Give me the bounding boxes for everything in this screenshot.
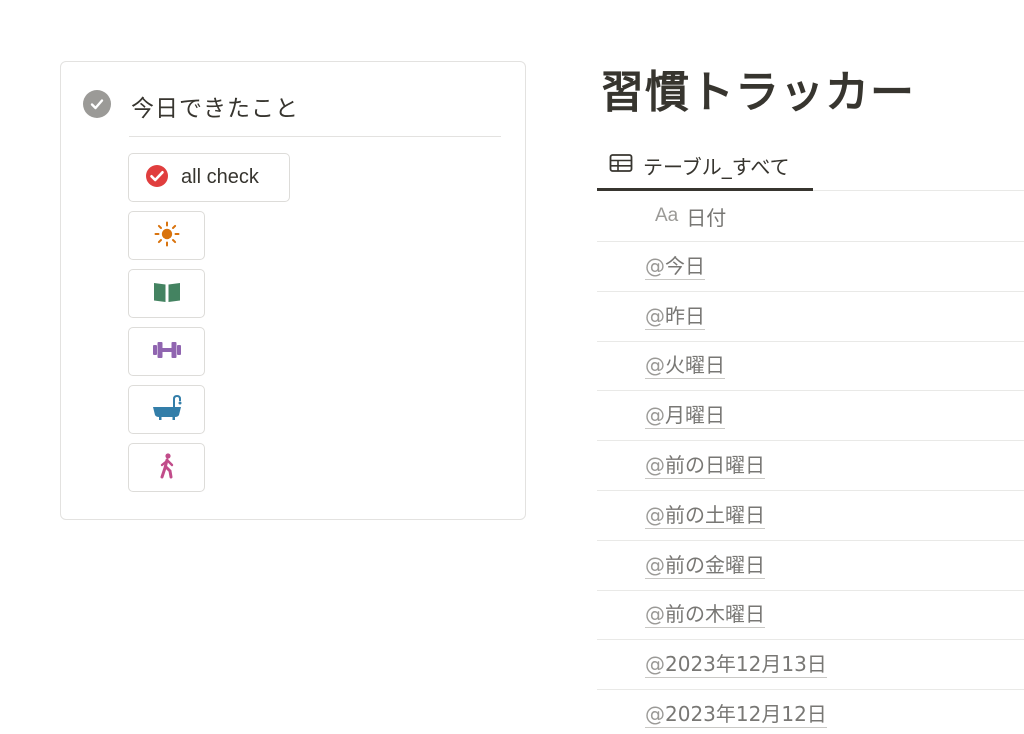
table-row[interactable]: @前の土曜日 [597, 491, 1024, 541]
table-icon [609, 153, 633, 177]
table-row[interactable]: @昨日 [597, 292, 1024, 342]
check-circle-icon [83, 90, 111, 118]
sun-button[interactable] [128, 211, 205, 260]
bathtub-button[interactable] [128, 385, 205, 434]
walking-button[interactable] [128, 443, 205, 492]
table-row[interactable]: @今日 [597, 242, 1024, 292]
dumbbell-button[interactable] [128, 327, 205, 376]
date-mention[interactable]: @火曜日 [645, 352, 725, 380]
book-icon [153, 281, 181, 307]
date-mention[interactable]: @今日 [645, 253, 705, 280]
date-mention[interactable]: @前の金曜日 [645, 552, 765, 579]
table-row[interactable]: @2023年12月13日 [597, 640, 1024, 691]
table-row[interactable]: @前の木曜日 [597, 591, 1024, 641]
date-mention[interactable]: @2023年12月13日 [645, 651, 827, 679]
table-row[interactable]: @月曜日 [597, 391, 1024, 442]
bathtub-icon [152, 394, 182, 425]
tab-table-all[interactable]: テーブル_すべて [597, 140, 813, 190]
date-mention[interactable]: @昨日 [645, 303, 705, 330]
callout-header [83, 90, 111, 118]
title-property-icon: Aa [655, 205, 679, 226]
walking-person-icon [156, 452, 178, 483]
table-row[interactable]: @前の日曜日 [597, 441, 1024, 491]
column-name: 日付 [686, 205, 727, 230]
page-title: 習慣トラッカー [600, 67, 915, 118]
table-body: @今日 @昨日 @火曜日 @月曜日 @前の日曜日 @前の土曜日 @前の金曜日 @… [597, 242, 1024, 734]
table-row[interactable]: @2023年12月12日 [597, 690, 1024, 734]
all-check-button[interactable]: all check [128, 153, 290, 202]
notion-page: 今日できたこと all check 習慣トラッカー テーブル_すべて Aa 日付… [0, 0, 1024, 734]
table-row[interactable]: @前の金曜日 [597, 541, 1024, 591]
date-mention[interactable]: @月曜日 [645, 402, 725, 430]
callout-card: 今日できたこと all check [60, 61, 526, 520]
divider [129, 136, 501, 137]
column-header-date[interactable]: Aa 日付 [597, 191, 1024, 242]
dumbbell-icon [152, 340, 182, 364]
tab-label: テーブル_すべて [643, 154, 790, 179]
date-mention[interactable]: @前の土曜日 [645, 502, 765, 529]
date-mention[interactable]: @前の日曜日 [645, 452, 765, 480]
date-mention[interactable]: @2023年12月12日 [645, 701, 827, 729]
table-row[interactable]: @火曜日 [597, 342, 1024, 392]
book-button[interactable] [128, 269, 205, 318]
red-check-icon [145, 164, 169, 192]
sun-icon [154, 221, 180, 251]
date-mention[interactable]: @前の木曜日 [645, 601, 765, 629]
callout-title: 今日できたこと [131, 96, 299, 122]
all-check-label: all check [181, 166, 259, 188]
